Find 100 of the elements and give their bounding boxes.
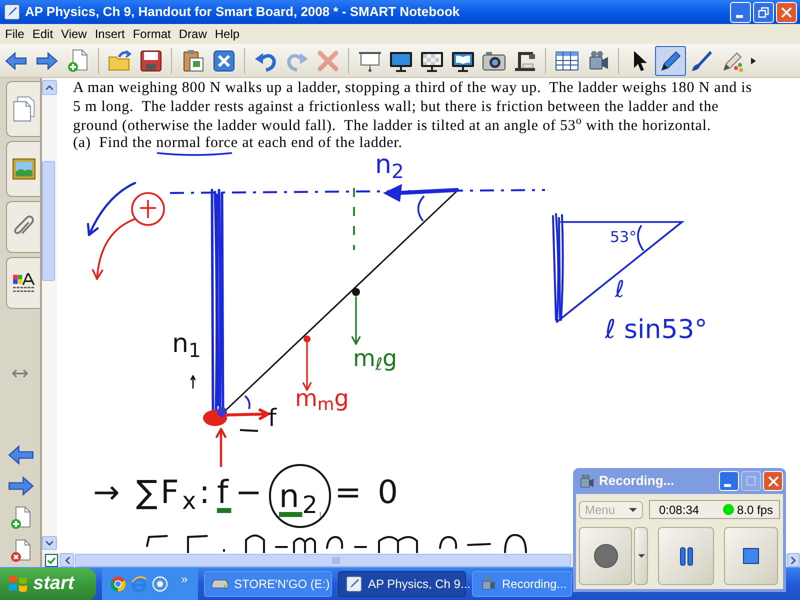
minimize-icon bbox=[736, 14, 742, 18]
scrollbar-thumb[interactable] bbox=[42, 161, 55, 281]
taskbar-button[interactable]: Recording... bbox=[472, 571, 572, 597]
handwritten-label: m$_{ℓ}$g bbox=[353, 348, 398, 371]
angle-arc bbox=[417, 195, 425, 222]
video-camera-icon bbox=[578, 472, 595, 490]
handwritten-label: m$_{m}$g bbox=[295, 388, 349, 411]
table-icon bbox=[554, 48, 578, 72]
caret-up-icon bbox=[46, 85, 53, 90]
caret-right-icon[interactable] bbox=[751, 56, 756, 64]
record-circle-icon bbox=[594, 544, 618, 568]
stop-icon bbox=[743, 548, 759, 564]
color-letter-icon bbox=[12, 273, 36, 293]
center-dot bbox=[352, 288, 360, 296]
picture-icon bbox=[12, 158, 36, 180]
minimize-button[interactable] bbox=[719, 471, 739, 491]
grip-icon bbox=[332, 556, 340, 564]
contact-blob bbox=[203, 407, 227, 426]
dash-mark bbox=[240, 429, 258, 432]
pause-button[interactable] bbox=[658, 527, 714, 585]
cross-tile-icon bbox=[212, 48, 236, 72]
ring-icon[interactable] bbox=[152, 576, 168, 592]
minimize-icon bbox=[724, 484, 731, 486]
equation-term: f bbox=[216, 474, 232, 513]
delete-page-icon[interactable] bbox=[9, 539, 33, 563]
window-title: AP Physics, Ch 9, Handout for Smart Board, 2008 * - SMART Notebook bbox=[25, 3, 460, 22]
folder-icon bbox=[108, 48, 132, 72]
question-text: (a) Find the normal force at each end of the ladder. bbox=[73, 136, 402, 151]
vertical-scrollbar[interactable] bbox=[42, 78, 57, 553]
dashed-line bbox=[353, 188, 355, 250]
close-button[interactable] bbox=[776, 2, 797, 22]
cross-icon bbox=[316, 48, 340, 72]
equation-term: = 0 bbox=[334, 474, 401, 513]
menu-item[interactable]: Insert bbox=[90, 24, 129, 44]
handwritten-label: n$_{2}$ bbox=[375, 152, 404, 178]
video-camera-icon bbox=[480, 576, 496, 592]
menu-item[interactable]: File bbox=[1, 24, 28, 44]
scroll-down-button[interactable] bbox=[42, 536, 57, 550]
minimize-button[interactable] bbox=[730, 2, 751, 22]
menu-item[interactable]: Format bbox=[128, 24, 175, 44]
equation-term: → ∑F$_{x}$: bbox=[93, 474, 213, 517]
circled-plus-icon bbox=[131, 192, 165, 226]
handwritten-label: ℓ sin53° bbox=[605, 317, 708, 343]
caret-right-icon bbox=[791, 556, 796, 564]
save-icon bbox=[138, 48, 162, 72]
close-icon bbox=[768, 476, 778, 486]
frame-rate: 8.0 fps bbox=[736, 502, 773, 518]
colored-ring-icon[interactable] bbox=[110, 576, 126, 592]
menu-item[interactable]: Help bbox=[210, 24, 244, 44]
brush-icon bbox=[690, 48, 714, 72]
friction-arrow bbox=[224, 408, 270, 420]
caret-down-icon bbox=[629, 508, 637, 512]
problem-text-line: 5 m long. The ladder rests against a frictionless wall; but there is friction between the ladder and the bbox=[73, 98, 719, 117]
scroll-up-button[interactable] bbox=[42, 80, 57, 95]
windows-flag-icon bbox=[8, 574, 28, 594]
back-arrow-icon[interactable] bbox=[8, 444, 34, 466]
checkbox[interactable] bbox=[45, 554, 58, 566]
equation-term: − bbox=[235, 474, 266, 513]
point-dot bbox=[304, 336, 310, 342]
scroll-right-button[interactable] bbox=[787, 553, 800, 567]
weight-arrow bbox=[302, 342, 312, 391]
handwritten-label: n$_{1}$ bbox=[172, 331, 201, 357]
menu-item[interactable]: View bbox=[57, 24, 91, 44]
close-icon bbox=[781, 6, 792, 18]
curved-arrow bbox=[86, 182, 136, 236]
handwritten-label: 53° bbox=[610, 230, 637, 245]
menu-item[interactable]: Draw bbox=[174, 24, 211, 44]
add-page-icon[interactable] bbox=[9, 506, 33, 530]
circled-term: n$_{2}$ bbox=[269, 464, 331, 528]
weight-arrow bbox=[351, 296, 361, 345]
curved-arrow bbox=[92, 218, 136, 280]
notebook-icon bbox=[346, 576, 362, 592]
notebook-icon bbox=[4, 4, 20, 20]
restore-button[interactable] bbox=[753, 2, 774, 22]
scroll-left-button[interactable] bbox=[60, 553, 74, 567]
sidebar-tab[interactable] bbox=[6, 257, 40, 309]
elapsed-time: 0:08:34 bbox=[659, 502, 700, 518]
pen-button[interactable] bbox=[655, 46, 686, 76]
drive-icon bbox=[212, 579, 228, 589]
problem-text-line: ground (otherwise the ladder would fall). The ladder is tilted at an angle of 53$^{o}$ with the horizontal. bbox=[73, 117, 712, 136]
record-button[interactable] bbox=[579, 527, 632, 585]
handwritten-label: ℓ bbox=[615, 279, 625, 302]
page-icon bbox=[12, 96, 36, 122]
caret-left-icon bbox=[64, 556, 70, 564]
stop-button[interactable] bbox=[724, 527, 778, 585]
start-button[interactable]: start bbox=[0, 568, 96, 600]
resize-arrows-icon[interactable] bbox=[12, 369, 28, 378]
pause-icon bbox=[680, 546, 692, 566]
small-arrow bbox=[190, 375, 196, 389]
check-icon bbox=[47, 556, 56, 564]
close-button[interactable] bbox=[763, 471, 783, 491]
handwritten-label: f bbox=[268, 406, 276, 430]
menu-item[interactable]: Edit bbox=[28, 24, 58, 44]
recording-title: Recording... bbox=[599, 472, 674, 490]
pen-icon bbox=[658, 48, 682, 72]
restore-icon bbox=[758, 6, 769, 18]
forward-arrow-icon[interactable] bbox=[8, 475, 34, 497]
maximize-icon bbox=[746, 476, 756, 486]
clipboard-icon bbox=[180, 48, 204, 72]
taskbar-button[interactable]: STORE'N'GO (E:) bbox=[204, 571, 332, 597]
